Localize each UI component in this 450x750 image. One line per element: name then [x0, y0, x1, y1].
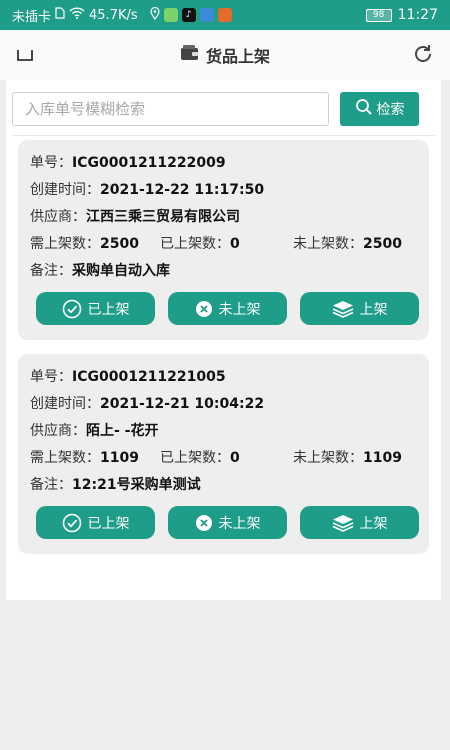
remark-label: 备注：: [30, 263, 72, 279]
unshelved-button-label: 未上架: [218, 515, 261, 532]
need-qty: 2500: [100, 236, 139, 252]
unshelved-button[interactable]: 未上架: [168, 506, 287, 539]
pending-qty-label: 未上架数：: [293, 236, 363, 252]
wallet-icon: [180, 44, 200, 66]
created-time-row: 创建时间：2021-12-22 11:17:50: [30, 179, 264, 199]
check-circle-icon: [62, 299, 82, 319]
check-circle-icon: [62, 513, 82, 533]
status-bar: 未插卡 45.7K/s ♪ 98 11:27: [0, 0, 450, 30]
order-number: ICG0001211221005: [72, 369, 226, 385]
shelved-button[interactable]: 已上架: [36, 292, 155, 325]
app-blue-icon: [199, 8, 214, 22]
need-qty: 1109: [100, 450, 139, 466]
order-number: ICG0001211222009: [72, 155, 226, 171]
pending-qty: 2500: [363, 236, 402, 252]
shelved-button-label: 已上架: [87, 301, 130, 318]
page-title-text: 货品上架: [205, 47, 270, 66]
supplier-name: 江西三乘三贸易有限公司: [86, 209, 240, 225]
created-time-row: 创建时间：2021-12-21 10:04:22: [30, 393, 264, 413]
main-panel: 检索 单号：ICG0001211222009 创建时间：2021-12-22 1…: [6, 80, 441, 600]
app-orange-icon: [217, 8, 232, 22]
app-header: 货品上架: [0, 30, 450, 80]
order-card: 单号：ICG0001211222009 创建时间：2021-12-22 11:1…: [18, 140, 429, 340]
order-card: 单号：ICG0001211221005 创建时间：2021-12-21 10:0…: [18, 354, 429, 554]
done-qty: 0: [230, 236, 240, 252]
order-number-row: 单号：ICG0001211221005: [30, 366, 226, 386]
done-qty-label: 已上架数：: [160, 450, 230, 466]
unshelved-button-label: 未上架: [218, 301, 261, 318]
shelve-button[interactable]: 上架: [300, 292, 419, 325]
supplier-label: 供应商：: [30, 209, 86, 225]
search-icon: [355, 98, 373, 120]
created-time: 2021-12-22 11:17:50: [100, 182, 265, 198]
search-bar: 检索: [12, 92, 419, 127]
carrier-text: 未插卡: [12, 9, 52, 25]
battery-icon: 98: [365, 8, 392, 22]
remark-row: 备注：12:21号采购单测试: [30, 474, 201, 494]
remark-row: 备注：采购单自动入库: [30, 260, 170, 280]
need-qty-label: 需上架数：: [30, 236, 100, 252]
order-number-label: 单号：: [30, 369, 72, 385]
pending-qty-label: 未上架数：: [293, 450, 363, 466]
created-time-label: 创建时间：: [30, 182, 100, 198]
supplier-row: 供应商：陌上- -花开: [30, 420, 159, 440]
back-icon[interactable]: [16, 46, 34, 64]
clock: 11:27: [397, 7, 438, 23]
tiktok-icon: ♪: [181, 8, 196, 22]
battery-level: 98: [372, 10, 385, 20]
created-time-label: 创建时间：: [30, 396, 100, 412]
network-speed: 45.7K/s: [89, 7, 138, 23]
order-number-row: 单号：ICG0001211222009: [30, 152, 226, 172]
close-circle-icon: [195, 300, 213, 318]
search-input[interactable]: [12, 92, 329, 126]
supplier-row: 供应商：江西三乘三贸易有限公司: [30, 206, 240, 226]
close-circle-icon: [195, 514, 213, 532]
created-time: 2021-12-21 10:04:22: [100, 396, 265, 412]
wifi-icon: [69, 7, 85, 23]
page-title: 货品上架: [180, 43, 270, 67]
card-actions: 已上架 未上架 上架: [36, 506, 420, 540]
layers-icon: [332, 300, 354, 318]
unshelved-button[interactable]: 未上架: [168, 292, 287, 325]
supplier-label: 供应商：: [30, 423, 86, 439]
done-qty-label: 已上架数：: [160, 236, 230, 252]
refresh-icon[interactable]: [412, 43, 434, 65]
shelve-button-label: 上架: [359, 301, 388, 318]
location-icon: [150, 6, 160, 24]
remark-label: 备注：: [30, 477, 72, 493]
pending-qty: 1109: [363, 450, 402, 466]
order-number-label: 单号：: [30, 155, 72, 171]
app-green-icon: [163, 8, 178, 22]
remark-text: 采购单自动入库: [72, 263, 170, 279]
search-button[interactable]: 检索: [340, 92, 419, 126]
shelved-button-label: 已上架: [87, 515, 130, 532]
done-qty: 0: [230, 450, 240, 466]
layers-icon: [332, 514, 354, 532]
sim-icon: [55, 7, 65, 23]
shelve-button-label: 上架: [359, 515, 388, 532]
shelve-button[interactable]: 上架: [300, 506, 419, 539]
need-qty-label: 需上架数：: [30, 450, 100, 466]
search-button-label: 检索: [376, 102, 405, 118]
remark-text: 12:21号采购单测试: [72, 477, 201, 493]
supplier-name: 陌上- -花开: [86, 423, 159, 439]
card-actions: 已上架 未上架 上架: [36, 292, 420, 326]
divider: [12, 135, 435, 136]
shelved-button[interactable]: 已上架: [36, 506, 155, 539]
